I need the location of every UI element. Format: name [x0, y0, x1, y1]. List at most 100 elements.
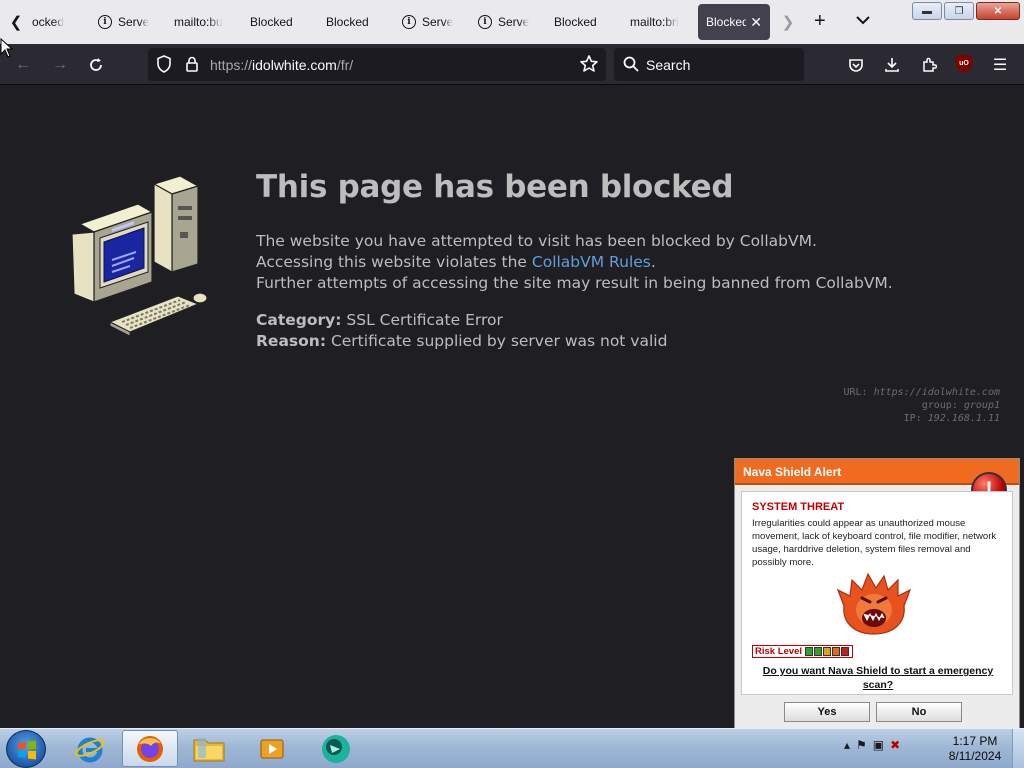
tab[interactable]: Blocked: [554, 4, 614, 40]
tab-label: Blocked: [250, 15, 293, 29]
action-center-flag-icon[interactable]: ⚑: [856, 738, 867, 752]
show-desktop-button[interactable]: [1012, 729, 1024, 768]
tab[interactable]: i Serve: [478, 4, 534, 40]
scroll-tabs-left-icon[interactable]: ❮: [4, 10, 28, 34]
clock-time: 1:17 PM: [952, 734, 998, 748]
tab[interactable]: mailto:bu: [174, 4, 230, 40]
volume-muted-icon[interactable]: ✖: [890, 738, 900, 752]
restore-icon[interactable]: ❐: [944, 2, 974, 20]
show-hidden-icons-icon[interactable]: ▴: [844, 738, 850, 752]
tracking-protection-icon[interactable]: [154, 54, 174, 74]
reload-icon[interactable]: [85, 54, 107, 76]
block-message-line3: Further attempts of accessing the site m…: [256, 274, 893, 292]
system-tray: ▴ ⚑ ▣ ✖: [844, 738, 900, 752]
meta-url-label: URL:: [843, 387, 868, 398]
tab-label: Blocked: [706, 15, 747, 29]
tab-label: Blocked: [554, 15, 597, 29]
category-value: SSL Certificate Error: [346, 311, 503, 329]
new-tab-icon[interactable]: +: [814, 10, 826, 32]
window-controls: ▬ ❐ ✕: [912, 2, 1020, 20]
rules-suffix: .: [650, 253, 656, 271]
tab-active[interactable]: Blocked ✕: [698, 4, 770, 40]
category-row: Category: SSL Certificate Error: [256, 311, 503, 329]
block-message-line2: Accessing this website violates the Coll…: [256, 253, 656, 271]
internet-explorer-icon[interactable]: [62, 730, 118, 767]
firefox-icon[interactable]: [122, 730, 178, 767]
tab-label: mailto:bri: [630, 15, 679, 29]
risk-cell: [823, 647, 831, 656]
risk-level-label: Risk Level: [755, 646, 802, 657]
search-bar[interactable]: Search: [614, 48, 804, 81]
rules-prefix: Accessing this website violates the: [256, 253, 532, 271]
meta-group: group: group1: [843, 399, 1000, 412]
clock[interactable]: 1:17 PM 8/11/2024: [938, 734, 1012, 764]
bookmark-star-icon[interactable]: [578, 53, 600, 75]
meta-group-value: group1: [963, 400, 1000, 411]
info-icon: i: [478, 15, 492, 29]
lock-icon[interactable]: [182, 54, 202, 74]
block-meta-info: URL: https://idolwhite.com group: group1…: [843, 386, 1000, 425]
file-explorer-icon[interactable]: [181, 730, 237, 767]
tab[interactable]: Blocked: [326, 4, 386, 40]
tab-label: ocked: [32, 15, 65, 29]
risk-cell: [832, 647, 840, 656]
yes-button[interactable]: Yes: [784, 702, 870, 722]
scroll-tabs-right-icon[interactable]: ❯: [776, 10, 800, 34]
meta-url: URL: https://idolwhite.com: [843, 386, 1000, 399]
windows-logo-icon: [18, 740, 36, 760]
url-text[interactable]: https://idolwhite.com/fr/: [210, 57, 353, 73]
info-icon: i: [98, 15, 112, 29]
computer-illustration: [71, 175, 208, 337]
close-tab-icon[interactable]: ✕: [750, 14, 762, 31]
minimize-icon[interactable]: ▬: [912, 2, 942, 20]
alert-body: SYSTEM THREAT Irregularities could appea…: [741, 491, 1013, 695]
meta-ip-label: IP:: [903, 413, 922, 424]
risk-level-meter: Risk Level: [752, 645, 853, 658]
meta-url-value: https://idolwhite.com: [873, 387, 1000, 398]
downloads-icon[interactable]: [881, 54, 903, 76]
threat-title: SYSTEM THREAT: [752, 501, 845, 513]
tab-label: mailto:bu: [174, 15, 223, 29]
tab-label: Serve: [498, 15, 530, 29]
meta-ip: IP: 192.168.1.11: [843, 412, 1000, 425]
tab[interactable]: i Serve: [98, 4, 154, 40]
tab[interactable]: ocked: [32, 4, 72, 40]
meta-ip-value: 192.168.1.11: [927, 413, 1000, 424]
no-button[interactable]: No: [876, 702, 962, 722]
close-window-icon[interactable]: ✕: [976, 2, 1020, 20]
search-placeholder: Search: [646, 57, 691, 73]
menu-icon[interactable]: ☰: [989, 54, 1011, 76]
forward-icon[interactable]: →: [49, 54, 71, 76]
app-icon[interactable]: [308, 730, 364, 767]
url-bar[interactable]: https://idolwhite.com/fr/: [148, 48, 606, 81]
search-icon: [623, 56, 639, 72]
tab[interactable]: i Serve: [402, 4, 458, 40]
url-scheme: https://: [210, 57, 253, 73]
scan-question: Do you want Nava Shield to start a emerg…: [762, 665, 994, 691]
tab[interactable]: mailto:bri: [630, 4, 686, 40]
meta-group-label: group:: [921, 400, 958, 411]
ublock-origin-icon[interactable]: uO: [956, 55, 972, 72]
list-all-tabs-icon[interactable]: [856, 12, 870, 30]
extensions-icon[interactable]: [918, 54, 940, 76]
mouse-cursor-icon: [0, 38, 13, 58]
nava-shield-alert: Nava Shield Alert ! SYSTEM THREAT Irregu…: [734, 458, 1020, 734]
tab[interactable]: Blocked: [250, 4, 310, 40]
reason-row: Reason: Certificate supplied by server w…: [256, 332, 667, 350]
risk-cell: [841, 647, 849, 656]
taskbar: ▴ ⚑ ▣ ✖ 1:17 PM 8/11/2024: [0, 728, 1024, 768]
network-icon[interactable]: ▣: [873, 738, 884, 752]
back-icon[interactable]: ←: [12, 54, 34, 76]
collabvm-rules-link[interactable]: CollabVM Rules: [532, 253, 651, 271]
tab-label: Serve: [118, 15, 150, 29]
url-host: idolwhite.com: [252, 57, 337, 73]
monster-icon: [836, 572, 912, 635]
pocket-icon[interactable]: [845, 54, 867, 76]
start-button[interactable]: [6, 730, 46, 768]
tab-label: Serve: [422, 15, 454, 29]
tab-strip: ❮ ocked i Serve mailto:bu Blocked Blocke…: [0, 0, 1024, 44]
clock-date: 8/11/2024: [948, 749, 1002, 763]
media-player-icon[interactable]: [244, 730, 300, 767]
navigation-toolbar: ← → https://idolwhite.com/fr/ Search ☰: [0, 44, 1024, 85]
reason-label: Reason:: [256, 332, 327, 350]
